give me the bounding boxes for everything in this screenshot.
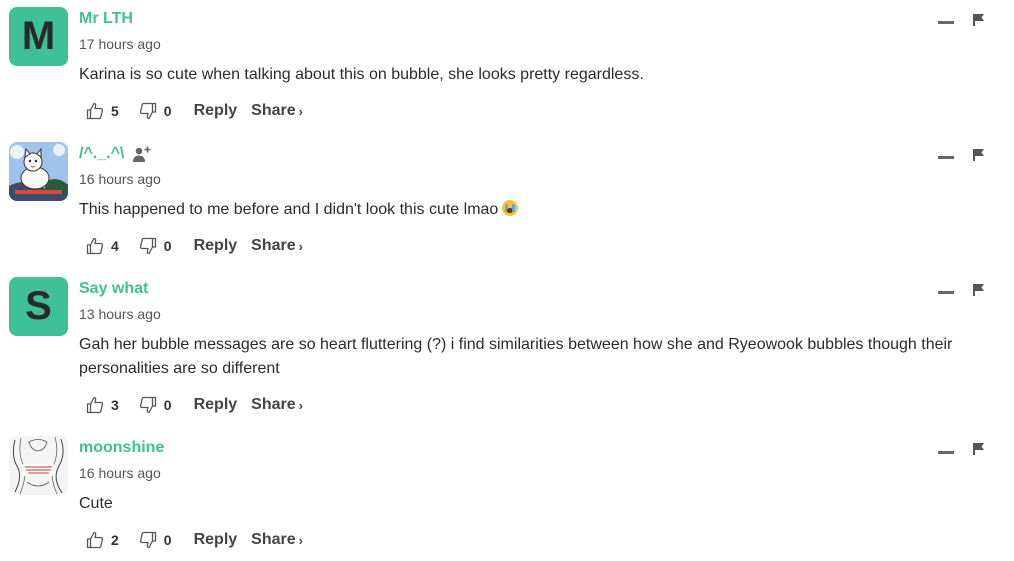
like-button[interactable]: 4 xyxy=(86,237,119,255)
comment-text: Gah her bubble messages are so heart flu… xyxy=(79,336,953,377)
like-count: 3 xyxy=(111,397,119,413)
comment-timestamp[interactable]: 16 hours ago xyxy=(79,465,161,481)
comment-text: Karina is so cute when talking about thi… xyxy=(79,66,644,83)
dislike-button[interactable]: 0 xyxy=(139,531,172,549)
like-count: 2 xyxy=(111,532,119,548)
flag-icon[interactable] xyxy=(972,148,986,162)
like-button[interactable]: 2 xyxy=(86,531,119,549)
author-name[interactable]: Say what xyxy=(79,280,148,298)
thumbs-up-icon xyxy=(86,396,104,414)
comment-item: /^._.^\ 16 hours ago This happened to me… xyxy=(0,142,1014,262)
comment-actions: 4 0 Reply Share › xyxy=(86,235,303,257)
cat-illustration-avatar xyxy=(9,142,68,201)
like-count: 4 xyxy=(111,238,119,254)
dislike-button[interactable]: 0 xyxy=(139,396,172,414)
reply-button[interactable]: Reply xyxy=(194,237,238,255)
crying-face-emoji-icon xyxy=(502,200,519,216)
comment-timestamp[interactable]: 16 hours ago xyxy=(79,171,161,187)
flag-icon[interactable] xyxy=(972,13,986,27)
share-label: Share xyxy=(251,237,296,254)
thumbs-down-icon xyxy=(139,237,156,255)
author-name-text: /^._.^\ xyxy=(79,145,125,162)
avatar[interactable]: S xyxy=(9,277,68,336)
minimize-icon[interactable] xyxy=(938,291,954,294)
author-name[interactable]: /^._.^\ xyxy=(79,145,152,163)
avatar[interactable] xyxy=(9,142,68,201)
chevron-right-icon: › xyxy=(298,532,303,548)
thumbs-up-icon xyxy=(86,237,104,255)
follow-user-icon[interactable] xyxy=(132,145,152,163)
share-button[interactable]: Share › xyxy=(251,396,303,414)
reply-button[interactable]: Reply xyxy=(194,396,238,414)
thumbs-down-icon xyxy=(139,102,156,120)
author-name[interactable]: moonshine xyxy=(79,439,164,457)
comment-item: M Mr LTH 17 hours ago Karina is so cute … xyxy=(0,7,1014,127)
reply-button[interactable]: Reply xyxy=(194,531,238,549)
share-label: Share xyxy=(251,531,296,548)
dislike-count: 0 xyxy=(163,532,172,548)
share-button[interactable]: Share › xyxy=(251,102,303,120)
comment-timestamp[interactable]: 13 hours ago xyxy=(79,306,161,322)
thumbs-down-icon xyxy=(139,396,156,414)
thumbs-up-icon xyxy=(86,531,104,549)
thumbs-down-icon xyxy=(139,531,156,549)
comment-text: Cute xyxy=(79,495,113,512)
flag-icon[interactable] xyxy=(972,283,986,297)
sketch-image-avatar xyxy=(9,436,68,495)
comment-actions: 5 0 Reply Share › xyxy=(86,100,303,122)
share-label: Share xyxy=(251,396,296,413)
dislike-button[interactable]: 0 xyxy=(139,237,172,255)
minimize-icon[interactable] xyxy=(938,156,954,159)
chevron-right-icon: › xyxy=(298,397,303,413)
flag-icon[interactable] xyxy=(972,442,986,456)
share-label: Share xyxy=(251,102,296,119)
thumbs-up-icon xyxy=(86,102,104,120)
comment-actions: 2 0 Reply Share › xyxy=(86,529,303,551)
comment-text: This happened to me before and I didn't … xyxy=(79,198,1004,222)
avatar[interactable]: M xyxy=(9,7,68,66)
share-button[interactable]: Share › xyxy=(251,237,303,255)
dislike-count: 0 xyxy=(163,397,172,413)
reply-button[interactable]: Reply xyxy=(194,102,238,120)
share-button[interactable]: Share › xyxy=(251,531,303,549)
comment-actions: 3 0 Reply Share › xyxy=(86,394,303,416)
comment-timestamp[interactable]: 17 hours ago xyxy=(79,36,161,52)
comment-item: moonshine 16 hours ago Cute 2 0 Reply Sh… xyxy=(0,436,1014,556)
comment-item: S Say what 13 hours ago Gah her bubble m… xyxy=(0,277,1014,427)
dislike-count: 0 xyxy=(163,103,172,119)
comment-text-content: This happened to me before and I didn't … xyxy=(79,201,499,218)
minimize-icon[interactable] xyxy=(938,21,954,24)
chevron-right-icon: › xyxy=(298,238,303,254)
avatar[interactable] xyxy=(9,436,68,495)
minimize-icon[interactable] xyxy=(938,451,954,454)
like-button[interactable]: 3 xyxy=(86,396,119,414)
chevron-right-icon: › xyxy=(298,103,303,119)
dislike-button[interactable]: 0 xyxy=(139,102,172,120)
author-name[interactable]: Mr LTH xyxy=(79,10,133,28)
like-count: 5 xyxy=(111,103,119,119)
dislike-count: 0 xyxy=(163,238,172,254)
like-button[interactable]: 5 xyxy=(86,102,119,120)
